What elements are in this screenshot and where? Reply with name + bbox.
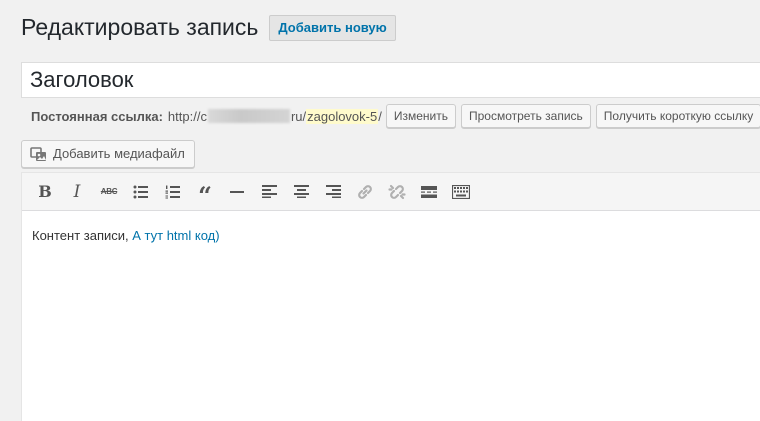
- align-right-icon[interactable]: [318, 178, 348, 206]
- edit-permalink-button[interactable]: Изменить: [385, 104, 456, 128]
- view-post-button[interactable]: Просмотреть запись: [461, 104, 591, 128]
- permalink-url[interactable]: http://c ru/ zagolovok-5 /: [167, 108, 382, 124]
- bold-icon[interactable]: B: [30, 178, 60, 206]
- add-new-button[interactable]: Добавить новую: [269, 14, 396, 41]
- post-editor: B I ABC “ Контент записи, А тут html код…: [21, 172, 760, 421]
- link-icon[interactable]: [350, 178, 380, 206]
- media-icon: [30, 146, 48, 162]
- permalink-label: Постоянная ссылка:: [31, 108, 163, 124]
- post-edit-page: Редактировать запись Добавить новую Пост…: [0, 0, 760, 421]
- content-text: Контент записи,: [32, 228, 133, 243]
- bullet-list-icon[interactable]: [126, 178, 156, 206]
- permalink-slug: zagolovok-5: [306, 108, 379, 124]
- get-shortlink-button[interactable]: Получить короткую ссылку: [595, 104, 760, 128]
- strikethrough-icon[interactable]: ABC: [94, 178, 124, 206]
- toolbar-toggle-icon[interactable]: [446, 178, 476, 206]
- numbered-list-icon[interactable]: [158, 178, 188, 206]
- align-center-icon[interactable]: [286, 178, 316, 206]
- horizontal-line-icon[interactable]: [222, 178, 252, 206]
- permalink-url-domain-end: ru/: [290, 108, 307, 124]
- add-media-label: Добавить медиафайл: [53, 146, 185, 161]
- permalink-url-prefix: http://c: [167, 108, 207, 124]
- unlink-icon[interactable]: [382, 178, 412, 206]
- post-title-input[interactable]: [21, 62, 760, 98]
- add-media-button[interactable]: Добавить медиафайл: [21, 140, 195, 168]
- page-header: Редактировать запись Добавить новую: [21, 14, 396, 41]
- blockquote-icon[interactable]: “: [190, 174, 220, 210]
- read-more-icon[interactable]: [414, 178, 444, 206]
- page-title: Редактировать запись: [21, 14, 259, 40]
- align-left-icon[interactable]: [254, 178, 284, 206]
- italic-icon[interactable]: I: [62, 178, 92, 206]
- permalink-url-suffix: /: [378, 108, 382, 124]
- permalink-row: Постоянная ссылка: http://c ru/ zagolovo…: [31, 104, 760, 128]
- editor-toolbar: B I ABC “: [22, 173, 760, 211]
- editor-content[interactable]: Контент записи, А тут html код): [22, 211, 760, 260]
- blurred-domain: [207, 109, 290, 123]
- content-link[interactable]: А тут html код): [132, 228, 219, 243]
